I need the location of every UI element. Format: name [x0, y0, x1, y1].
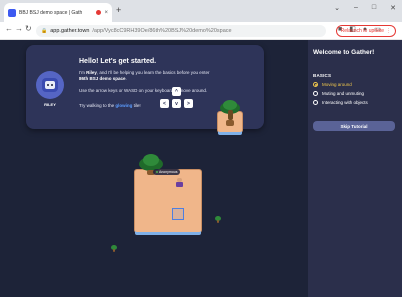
step-moving-around[interactable]: Moving around: [313, 82, 352, 87]
robot-icon: [42, 78, 58, 92]
arrow-left-key: <: [160, 99, 169, 108]
arrow-right-key: >: [184, 99, 193, 108]
url-host: app.gather.town: [50, 28, 90, 34]
update-button[interactable]: Relaunch to update ⋮: [335, 25, 396, 37]
step-interacting[interactable]: Interacting with objects: [313, 100, 368, 105]
minimize-button[interactable]: –: [354, 4, 358, 12]
tab-bar: BBJ BSJ demo space | Gath × + ⌄ – □ ✕: [0, 0, 402, 22]
riley-avatar: [36, 71, 64, 99]
status-dot-icon: [156, 171, 158, 173]
tab-title: BBJ BSJ demo space | Gath: [19, 9, 83, 16]
back-arrow-icon[interactable]: ←: [5, 25, 13, 33]
card-task-text: Try walking to the glowing tile!: [79, 103, 141, 108]
maximize-button[interactable]: □: [372, 4, 376, 12]
player-avatar: [176, 178, 183, 187]
step-label: Moving around: [322, 82, 352, 87]
address-bar[interactable]: 🔒 app.gather.town /app/Vyc8cC9RH39Oe/86t…: [36, 25, 326, 37]
glowing-tile: [172, 208, 184, 220]
reload-icon[interactable]: ↻: [25, 25, 32, 33]
player-name: Anonymous: [159, 170, 178, 174]
tab-search-icon[interactable]: ⌄: [334, 4, 340, 12]
step-label: Interacting with objects: [322, 100, 368, 105]
tab-close-icon[interactable]: ×: [104, 10, 108, 16]
recording-icon: [96, 10, 102, 15]
radio-empty-icon: [313, 100, 318, 105]
gather-favicon-icon: [8, 8, 16, 17]
new-tab-button[interactable]: +: [116, 6, 121, 15]
radio-selected-icon: [313, 82, 318, 87]
small-plant-icon: [111, 245, 117, 252]
sidebar-title: Welcome to Gather!: [313, 49, 375, 56]
radio-empty-icon: [313, 91, 318, 96]
arrow-up-key: ^: [172, 87, 181, 96]
browser-toolbar: ← → ↻ 🔒 app.gather.town /app/Vyc8cC9RH39…: [0, 22, 402, 40]
step-muting[interactable]: Muting and unmuting: [313, 91, 364, 96]
browser-tab[interactable]: BBJ BSJ demo space | Gath ×: [4, 3, 112, 22]
main-island: [135, 170, 201, 232]
url-path: /app/Vyc8cC9RH39Oe/86th%20BSJ%20demo%20s…: [92, 28, 232, 34]
card-title: Hello! Let's get started.: [79, 58, 157, 65]
menu-dots-icon: ⋮: [386, 28, 391, 34]
browser-window: BBJ BSJ demo space | Gath × + ⌄ – □ ✕ ← …: [0, 0, 402, 297]
skip-tutorial-button[interactable]: Skip Tutorial: [313, 121, 395, 131]
section-heading: BASICS: [313, 73, 332, 78]
tutorial-sidebar: Welcome to Gather! BASICS Moving around …: [308, 40, 402, 297]
player-name-tag: Anonymous: [153, 169, 181, 175]
step-label: Muting and unmuting: [322, 91, 365, 96]
window-controls: ⌄ – □ ✕: [334, 4, 396, 12]
card-instructions-text: Use the arrow keys or WASD on your keybo…: [79, 88, 208, 93]
close-window-button[interactable]: ✕: [390, 4, 396, 12]
card-intro-text: I'm Riley, and I'll be helping you learn…: [79, 70, 210, 81]
arrow-down-key: v: [172, 99, 181, 108]
forward-arrow-icon[interactable]: →: [15, 25, 23, 33]
small-plant-icon: [215, 216, 221, 223]
lock-icon: 🔒: [41, 28, 48, 34]
bot-name-label: RILEY: [44, 102, 56, 107]
game-canvas[interactable]: RILEY Hello! Let's get started. I'm Rile…: [0, 40, 308, 297]
update-label: Relaunch to update: [340, 28, 384, 34]
